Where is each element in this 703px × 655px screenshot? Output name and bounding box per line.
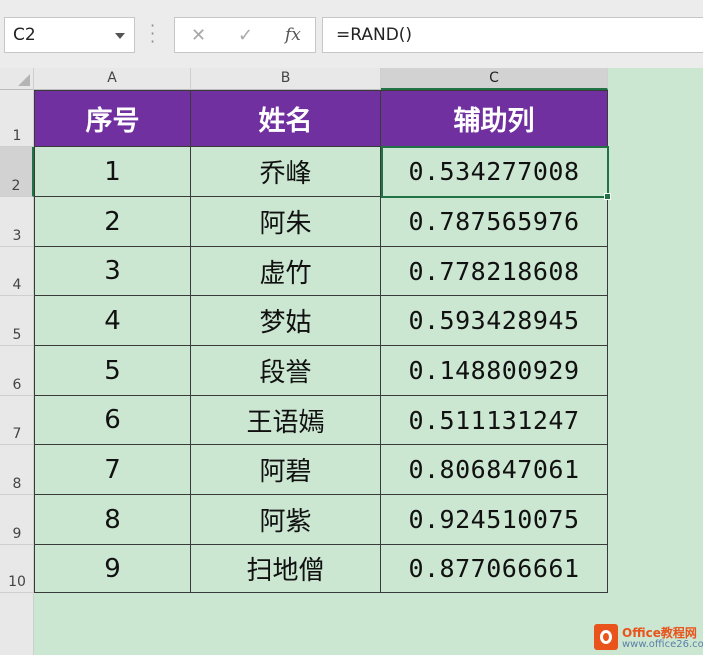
office-logo-icon (594, 624, 618, 650)
row-number: 9 (12, 526, 22, 542)
cell-c6[interactable]: 0.148800929 (381, 346, 608, 396)
more-options-icon[interactable]: · · · (150, 18, 155, 50)
cell-a7[interactable]: 6 (35, 396, 191, 445)
cell-b6[interactable]: 段誉 (191, 346, 381, 396)
select-all-button[interactable] (0, 68, 34, 90)
column-header-a[interactable]: A (34, 68, 191, 90)
cell-b7[interactable]: 王语嫣 (191, 396, 381, 445)
row-number: 4 (12, 277, 22, 293)
cell-c10[interactable]: 0.877066661 (381, 545, 608, 593)
row-header-3[interactable]: 3 (0, 197, 34, 247)
watermark-url: www.office26.com (622, 639, 703, 650)
cell-a10[interactable]: 9 (35, 545, 191, 593)
cell-b9[interactable]: 阿紫 (191, 495, 381, 545)
name-box-value: C2 (13, 25, 36, 45)
row-header-9[interactable]: 9 (0, 495, 34, 545)
select-all-icon (18, 74, 30, 86)
row-header-1[interactable]: 1 (0, 90, 34, 147)
formula-bar: C2 · · · ✕ ✓ fx =RAND() (0, 0, 703, 68)
row-number: 6 (12, 377, 22, 393)
row-header-5[interactable]: 5 (0, 296, 34, 346)
chevron-down-icon[interactable] (115, 33, 125, 39)
cell-c4[interactable]: 0.778218608 (381, 247, 608, 296)
row-number: 10 (8, 574, 26, 590)
row-header-7[interactable]: 7 (0, 396, 34, 445)
cell-c7[interactable]: 0.511131247 (381, 396, 608, 445)
row-header-8[interactable]: 8 (0, 445, 34, 495)
row-number: 1 (12, 128, 22, 144)
formula-buttons: ✕ ✓ fx (174, 17, 316, 53)
row-number: 2 (11, 178, 21, 194)
cell-a4[interactable]: 3 (35, 247, 191, 296)
formula-value: =RAND() (336, 25, 413, 45)
cell-a8[interactable]: 7 (35, 445, 191, 495)
cell-a6[interactable]: 5 (35, 346, 191, 396)
header-cell-name[interactable]: 姓名 (191, 91, 381, 147)
cell-b5[interactable]: 梦姑 (191, 296, 381, 346)
cell-c2[interactable]: 0.534277008 (381, 147, 608, 197)
insert-function-icon[interactable]: fx (285, 25, 301, 45)
name-box[interactable]: C2 (4, 17, 135, 53)
cell-c5[interactable]: 0.593428945 (381, 296, 608, 346)
column-header-b[interactable]: B (191, 68, 381, 90)
formula-input[interactable]: =RAND() (322, 17, 703, 53)
cell-c3[interactable]: 0.787565976 (381, 197, 608, 247)
cell-c8[interactable]: 0.806847061 (381, 445, 608, 495)
row-number: 7 (12, 426, 22, 442)
header-cell-index[interactable]: 序号 (35, 91, 191, 147)
enter-icon[interactable]: ✓ (238, 25, 253, 46)
row-number: 5 (12, 327, 22, 343)
cancel-icon[interactable]: ✕ (191, 25, 206, 46)
fill-handle[interactable] (604, 193, 611, 200)
cell-a5[interactable]: 4 (35, 296, 191, 346)
row-header-4[interactable]: 4 (0, 247, 34, 296)
cell-a2[interactable]: 1 (35, 147, 191, 197)
row-header-2[interactable]: 2 (0, 147, 34, 197)
cell-b3[interactable]: 阿朱 (191, 197, 381, 247)
row-header-6[interactable]: 6 (0, 346, 34, 396)
cell-b10[interactable]: 扫地僧 (191, 545, 381, 593)
cell-a3[interactable]: 2 (35, 197, 191, 247)
header-cell-helper[interactable]: 辅助列 (381, 91, 608, 147)
column-header-c[interactable]: C (381, 68, 608, 90)
row-number: 8 (12, 476, 22, 492)
cell-b2[interactable]: 乔峰 (191, 147, 381, 197)
cell-b8[interactable]: 阿碧 (191, 445, 381, 495)
cell-b4[interactable]: 虚竹 (191, 247, 381, 296)
row-header-10[interactable]: 10 (0, 545, 34, 593)
row-number: 3 (12, 228, 22, 244)
cell-a9[interactable]: 8 (35, 495, 191, 545)
cell-c9[interactable]: 0.924510075 (381, 495, 608, 545)
